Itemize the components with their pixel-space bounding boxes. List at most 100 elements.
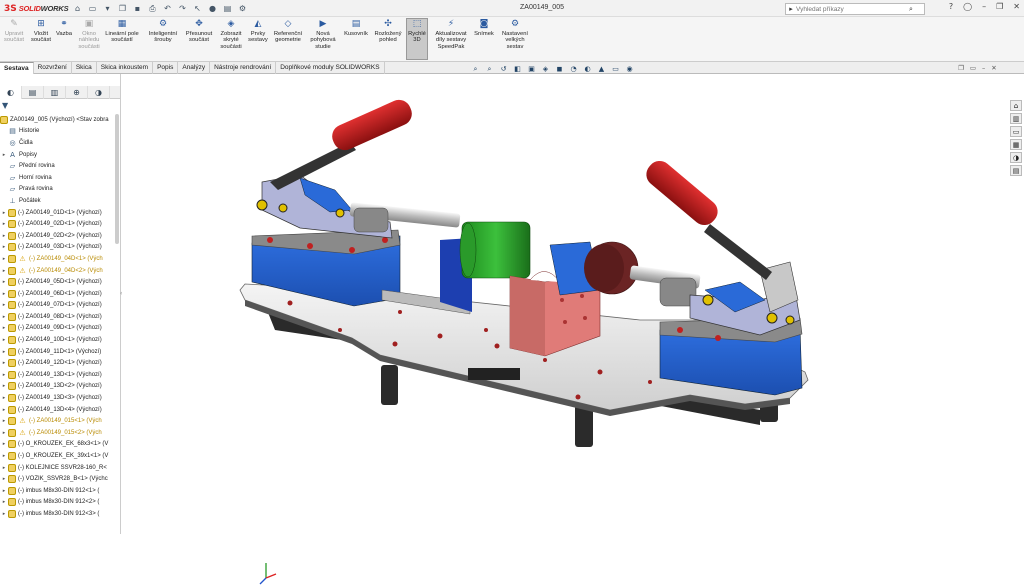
tree-item[interactable]: ▸ (-) ZA00149_13D<1> (Výchozí) bbox=[0, 369, 118, 381]
tree-item[interactable]: ▸ (-) ZA00149_01D<1> (Výchozí) bbox=[0, 207, 118, 219]
undo-icon[interactable]: ↶ bbox=[162, 3, 173, 14]
expand-icon[interactable]: ▸ bbox=[0, 407, 8, 413]
ribbon-button-12[interactable]: ✣ Rozložený pohled bbox=[373, 19, 403, 44]
tab-7[interactable]: Doplňkové moduly SOLIDWORKS bbox=[276, 62, 385, 74]
tree-item[interactable]: ▸ ⚠ (-) ZA00149_015<1> (Vých bbox=[0, 415, 118, 427]
tree-item[interactable]: ▸ (-) ZA00149_13D<4> (Výchozí) bbox=[0, 404, 118, 416]
redo-icon[interactable]: ↷ bbox=[177, 3, 188, 14]
expand-icon[interactable]: ▸ bbox=[0, 268, 8, 274]
tab-1[interactable]: Rozvržení bbox=[34, 62, 72, 74]
dimxpert-tab-icon[interactable]: ⊕ bbox=[66, 86, 88, 99]
ribbon-button-7[interactable]: ◈ Zobrazit skryté součásti bbox=[217, 19, 245, 50]
tab-5[interactable]: Analýzy bbox=[178, 62, 211, 74]
expand-icon[interactable]: ▸ bbox=[0, 152, 8, 158]
open-icon[interactable]: ▾ bbox=[102, 3, 113, 14]
tree-item[interactable]: ▸ (-) KOLEJNICE SSVR28-160_R< bbox=[0, 462, 118, 474]
expand-icon[interactable]: ▸ bbox=[0, 349, 8, 355]
viewport-minimize-icon[interactable]: – bbox=[982, 64, 985, 72]
scene-icon[interactable]: ▲ bbox=[596, 64, 607, 74]
tree-item[interactable]: ▸ (-) ZA00149_05D<1> (Výchozí) bbox=[0, 276, 118, 288]
appearance-icon[interactable]: ◐ bbox=[582, 64, 593, 74]
ribbon-button-0[interactable]: ✎ Upravit součást bbox=[2, 19, 26, 44]
view-palette-icon[interactable]: ▦ bbox=[1010, 139, 1022, 150]
expand-icon[interactable]: ▸ bbox=[0, 430, 8, 436]
ribbon-button-9[interactable]: ◇ Referenční geometrie bbox=[272, 19, 304, 44]
view-settings-icon[interactable]: ▭ bbox=[610, 64, 621, 74]
options-icon[interactable]: ⚙ bbox=[237, 3, 248, 14]
ribbon-button-10[interactable]: ▶ Nová pohybová studie bbox=[307, 19, 339, 50]
tree-item[interactable]: ▸ (-) ZA00149_11D<1> (Výchozí) bbox=[0, 346, 118, 358]
expand-icon[interactable]: ▸ bbox=[0, 476, 8, 482]
help-icon[interactable]: ? bbox=[949, 2, 953, 11]
file-explorer-icon[interactable]: ▭ bbox=[1010, 126, 1022, 137]
ribbon-button-3[interactable]: ▣ Okno náhledu součásti bbox=[77, 19, 101, 50]
ribbon-button-16[interactable]: ⚙ Nastavení velkých sestav bbox=[500, 19, 530, 50]
tree-item[interactable]: ▸ (-) ZA00149_02D<2> (Výchozí) bbox=[0, 230, 118, 242]
tree-item[interactable]: ▸ (-) ZA00149_13D<3> (Výchozí) bbox=[0, 392, 118, 404]
tree-item[interactable]: ▸ A Popisy bbox=[0, 149, 118, 161]
expand-icon[interactable]: ▸ bbox=[0, 256, 8, 262]
zoom-area-icon[interactable]: ⌕ bbox=[484, 64, 495, 74]
dynamic-annotation-icon[interactable]: ▣ bbox=[526, 64, 537, 74]
tab-3[interactable]: Skica inkoustem bbox=[97, 62, 154, 74]
file-properties-icon[interactable]: ▤ bbox=[222, 3, 233, 14]
ribbon-button-1[interactable]: ⊞ Vložit součást bbox=[30, 19, 52, 44]
expand-icon[interactable]: ▸ bbox=[0, 511, 8, 517]
tree-item[interactable]: ▱ Přední rovina bbox=[0, 160, 118, 172]
tree-item[interactable]: ▸ (-) O_KROUZEK_EK_68x3<1> (V bbox=[0, 439, 118, 451]
expand-icon[interactable]: ▸ bbox=[0, 210, 8, 216]
hide-show-icon[interactable]: ◔ bbox=[568, 64, 579, 74]
ribbon-button-6[interactable]: ✥ Přesunout součást bbox=[184, 19, 214, 44]
ribbon-button-11[interactable]: ▤ Kusovník bbox=[343, 19, 369, 37]
ribbon-button-14[interactable]: ⚡ Aktualizovat díly sestavy SpeedPak bbox=[432, 19, 470, 50]
tree-item[interactable]: ▸ (-) ZA00149_07D<1> (Výchozí) bbox=[0, 300, 118, 312]
filter-icon[interactable]: ▼ bbox=[2, 101, 8, 110]
configuration-manager-tab-icon[interactable]: ▥ bbox=[44, 86, 66, 99]
expand-icon[interactable]: ▸ bbox=[0, 360, 8, 366]
expand-icon[interactable]: ▸ bbox=[0, 441, 8, 447]
tree-item[interactable]: ⊥ Počátek bbox=[0, 195, 118, 207]
ribbon-button-2[interactable]: ⚭ Vazba bbox=[54, 19, 74, 37]
design-library-icon[interactable]: ▥ bbox=[1010, 113, 1022, 124]
tree-item[interactable]: ▸ (-) imbus M8x30-DIN 912<2> ( bbox=[0, 497, 118, 509]
expand-icon[interactable]: ▸ bbox=[0, 221, 8, 227]
custom-properties-icon[interactable]: ▤ bbox=[1010, 165, 1022, 176]
restore-icon[interactable]: ❐ bbox=[996, 2, 1003, 11]
zoom-to-fit-icon[interactable]: ⌕ bbox=[470, 64, 481, 74]
tree-item[interactable]: ▸ (-) ZA00149_10D<1> (Výchozí) bbox=[0, 334, 118, 346]
assembly-model[interactable] bbox=[122, 74, 1007, 534]
expand-icon[interactable]: ▸ bbox=[0, 314, 8, 320]
realview-icon[interactable]: ◉ bbox=[624, 64, 635, 74]
expand-icon[interactable]: ▸ bbox=[0, 453, 8, 459]
user-icon[interactable]: ◯ bbox=[963, 2, 972, 11]
rebuild-icon[interactable]: ● bbox=[207, 3, 218, 14]
save-icon[interactable]: ▪ bbox=[132, 3, 143, 14]
expand-icon[interactable]: ▸ bbox=[0, 291, 8, 297]
search-input[interactable] bbox=[796, 5, 906, 13]
tree-item[interactable]: ▸ (-) O_KROUZEK_EK_39x1<1> (V bbox=[0, 450, 118, 462]
tree-item[interactable]: ▸ (-) ZA00149_08D<1> (Výchozí) bbox=[0, 311, 118, 323]
tab-6[interactable]: Nástroje rendrování bbox=[210, 62, 277, 74]
minimize-icon[interactable]: – bbox=[982, 2, 986, 11]
expand-icon[interactable]: ▸ bbox=[0, 499, 8, 505]
ribbon-button-8[interactable]: ◭ Prvky sestavy bbox=[247, 19, 269, 44]
view-orientation-icon[interactable]: ◈ bbox=[540, 64, 551, 74]
feature-manager-tab-icon[interactable]: ◐ bbox=[0, 86, 22, 99]
property-manager-tab-icon[interactable]: ▤ bbox=[22, 86, 44, 99]
graphics-area[interactable] bbox=[122, 74, 1007, 585]
tree-item[interactable]: ▱ Horní rovina bbox=[0, 172, 118, 184]
display-manager-tab-icon[interactable]: ◑ bbox=[88, 86, 110, 99]
tree-item[interactable]: ▸ (-) ZA00149_02D<1> (Výchozí) bbox=[0, 218, 118, 230]
solidworks-resources-icon[interactable]: ⌂ bbox=[1010, 100, 1022, 111]
expand-icon[interactable]: ▸ bbox=[0, 395, 8, 401]
tree-scrollbar[interactable] bbox=[115, 114, 119, 244]
appearances-icon[interactable]: ◑ bbox=[1010, 152, 1022, 163]
expand-icon[interactable]: ▸ bbox=[0, 488, 8, 494]
tree-item[interactable]: ▸ (-) ZA00149_12D<1> (Výchozí) bbox=[0, 357, 118, 369]
tab-4[interactable]: Popis bbox=[153, 62, 179, 74]
tree-item[interactable]: ◎ Čidla bbox=[0, 137, 118, 149]
viewport-tile-icon[interactable]: ▭ bbox=[970, 64, 976, 72]
open-folder-icon[interactable]: ❐ bbox=[117, 3, 128, 14]
ribbon-button-4[interactable]: ▦ Lineární pole součástí bbox=[102, 19, 142, 44]
tree-item[interactable]: ▸ ⚠ (-) ZA00149_015<2> (Vých bbox=[0, 427, 118, 439]
